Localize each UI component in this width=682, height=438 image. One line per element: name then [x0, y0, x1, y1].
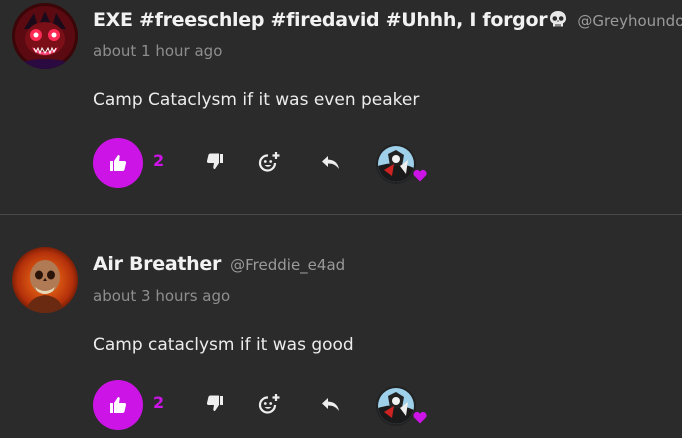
avatar[interactable] — [12, 3, 78, 69]
comment-card: EXE #freeschlep #firedavid #Uhhh, I forg… — [0, 0, 682, 214]
reply-button[interactable] — [319, 151, 343, 175]
comment-header: EXE #freeschlep #firedavid #Uhhh, I forg… — [93, 9, 682, 31]
add-reaction-button[interactable] — [258, 151, 282, 175]
reply-button[interactable] — [319, 393, 343, 417]
add-emoji-icon — [258, 152, 280, 172]
reactor-avatar[interactable] — [376, 386, 416, 426]
like-button[interactable] — [93, 138, 143, 188]
heart-icon — [413, 411, 427, 424]
like-count: 2 — [153, 393, 165, 412]
comment-card: Air Breather @Freddie_e4ad about 3 hours… — [0, 215, 682, 438]
dislike-button[interactable] — [204, 393, 228, 417]
timestamp: about 3 hours ago — [93, 287, 231, 305]
comment-header: Air Breather @Freddie_e4ad — [93, 253, 345, 275]
dislike-button[interactable] — [204, 151, 228, 175]
like-count: 2 — [153, 151, 165, 170]
add-reaction-button[interactable] — [258, 393, 282, 417]
comment-text: Camp Cataclysm if it was even peaker — [93, 90, 420, 110]
thumbs-down-icon — [206, 153, 223, 169]
thumbs-up-icon — [110, 397, 127, 413]
add-emoji-icon — [258, 394, 280, 414]
display-name[interactable]: EXE #freeschlep #firedavid #Uhhh, I forg… — [93, 9, 548, 31]
thumbs-down-icon — [206, 395, 223, 411]
comment-text: Camp cataclysm if it was good — [93, 335, 354, 355]
user-handle[interactable]: @Greyhoundo9 — [577, 12, 682, 30]
heart-icon — [413, 169, 427, 182]
reply-arrow-icon — [322, 156, 339, 169]
like-button[interactable] — [93, 380, 143, 430]
display-name[interactable]: Air Breather — [93, 253, 221, 275]
timestamp: about 1 hour ago — [93, 42, 223, 60]
reply-arrow-icon — [322, 398, 339, 411]
skull-emoji-icon — [548, 10, 568, 28]
user-handle[interactable]: @Freddie_e4ad — [230, 256, 345, 274]
thumbs-up-icon — [110, 155, 127, 171]
reactor-avatar[interactable] — [376, 144, 416, 184]
avatar[interactable] — [12, 247, 78, 313]
